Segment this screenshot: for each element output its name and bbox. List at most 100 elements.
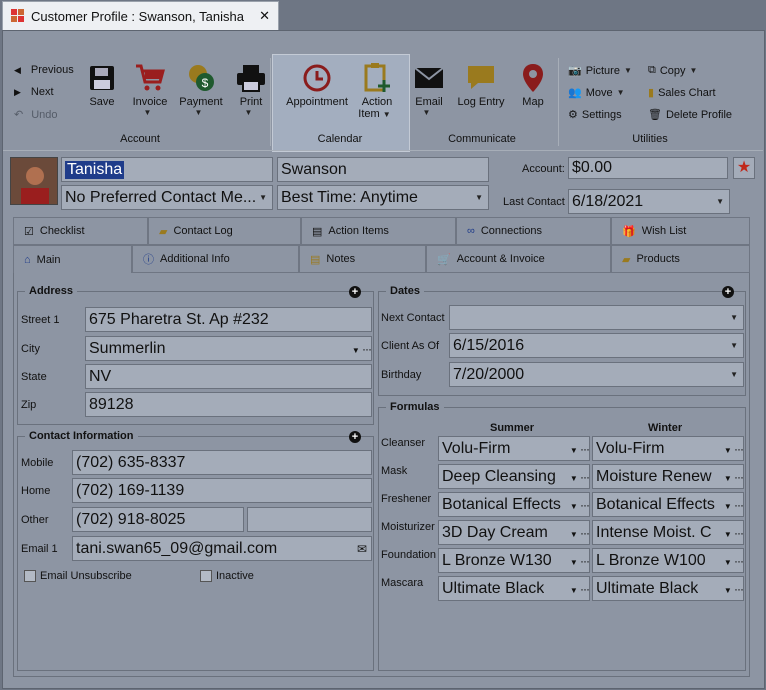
add-date-icon[interactable]: + bbox=[722, 286, 734, 298]
email-button[interactable]: Email ▼ bbox=[412, 60, 446, 117]
last-name-input[interactable]: Swanson bbox=[277, 157, 489, 182]
delete-profile-button[interactable]: 🗑 Delete Profile bbox=[648, 108, 732, 122]
state-input[interactable]: NV bbox=[85, 364, 372, 389]
more-icon[interactable]: ··· bbox=[580, 442, 589, 456]
clipboard-add-icon bbox=[363, 60, 391, 96]
ribbon-bottom-border bbox=[3, 150, 763, 151]
formula-winter-select[interactable]: Botanical Effects ▼ ··· bbox=[592, 492, 744, 517]
users-icon: 👥 bbox=[568, 87, 582, 99]
home-icon: ⌂ bbox=[24, 253, 31, 266]
address-title: Address bbox=[25, 285, 78, 297]
avatar[interactable] bbox=[10, 157, 58, 205]
more-icon[interactable]: ··· bbox=[580, 554, 589, 568]
birthday-date[interactable]: 7/20/2000 ▼ bbox=[449, 362, 744, 387]
calendar-group-label: Calendar bbox=[317, 133, 363, 145]
more-icon[interactable]: ··· bbox=[734, 526, 743, 540]
tab-account-invoice[interactable]: 🛒 Account & Invoice bbox=[426, 245, 611, 273]
more-icon[interactable]: ··· bbox=[580, 498, 589, 512]
previous-button[interactable]: ◀ Previous bbox=[14, 64, 74, 76]
copy-button[interactable]: ⧉ Copy ▼ bbox=[648, 64, 702, 77]
save-button[interactable]: Save bbox=[88, 60, 116, 108]
formula-summer-select[interactable]: Ultimate Black ▼ ··· bbox=[438, 576, 590, 601]
formula-winter-select[interactable]: Volu-Firm ▼ ··· bbox=[592, 436, 744, 461]
formula-winter-select[interactable]: Moisture Renew ▼ ··· bbox=[592, 464, 744, 489]
email-input[interactable]: tani.swan65_09@gmail.com ✉ bbox=[72, 536, 372, 561]
city-select[interactable]: Summerlin ▼ ··· bbox=[85, 336, 372, 361]
more-icon[interactable]: ··· bbox=[580, 526, 589, 540]
last-contact-date[interactable]: 6/18/2021 ▼ bbox=[568, 189, 730, 214]
street-label: Street 1 bbox=[21, 314, 60, 326]
picture-button[interactable]: 📷 Picture ▼ bbox=[568, 64, 637, 78]
tab-connections[interactable]: ∞ Connections bbox=[456, 217, 611, 245]
more-icon[interactable]: ··· bbox=[734, 498, 743, 512]
appointment-button[interactable]: Appointment bbox=[284, 60, 350, 108]
arrow-left-icon: ◀ bbox=[14, 64, 21, 75]
first-name-input[interactable]: Tanisha bbox=[61, 157, 273, 182]
zip-label: Zip bbox=[21, 399, 37, 411]
tab-contact-log[interactable]: ▰ Contact Log bbox=[148, 217, 301, 245]
formula-summer-select[interactable]: 3D Day Cream ▼ ··· bbox=[438, 520, 590, 545]
next-contact-date[interactable]: ▼ bbox=[449, 305, 744, 330]
add-address-icon[interactable]: + bbox=[349, 286, 361, 298]
client-as-of-date[interactable]: 6/15/2016 ▼ bbox=[449, 333, 744, 358]
undo-button[interactable]: ↶ Undo bbox=[14, 108, 58, 122]
tab-action-items[interactable]: ▤ Action Items bbox=[301, 217, 456, 245]
home-input[interactable]: (702) 169-1139 bbox=[72, 478, 372, 503]
add-contact-icon[interactable]: + bbox=[349, 431, 361, 443]
formula-label: Mask bbox=[381, 465, 408, 477]
document-tab[interactable]: Customer Profile : Swanson, Tanisha ✕ bbox=[2, 1, 279, 30]
zip-input[interactable]: 89128 bbox=[85, 392, 372, 417]
formula-summer-select[interactable]: Botanical Effects ▼ ··· bbox=[438, 492, 590, 517]
invoice-button[interactable]: Invoice ▼ bbox=[128, 60, 172, 117]
map-button[interactable]: Map bbox=[518, 60, 548, 108]
notes-icon: ▤ bbox=[310, 253, 321, 266]
tab-products[interactable]: ▰ Products bbox=[611, 245, 750, 273]
action-item-button[interactable]: Action Item ▼ bbox=[358, 60, 396, 120]
formula-winter-select[interactable]: Intense Moist. C ▼ ··· bbox=[592, 520, 744, 545]
tab-main[interactable]: ⌂ Main bbox=[13, 245, 132, 273]
other-ext-input[interactable] bbox=[247, 507, 372, 532]
next-button[interactable]: ▶ Next bbox=[14, 86, 54, 98]
more-icon[interactable]: ··· bbox=[580, 582, 589, 596]
settings-button[interactable]: ⚙ Settings bbox=[568, 108, 622, 122]
contact-title: Contact Information bbox=[25, 430, 138, 442]
move-button[interactable]: 👥 Move ▼ bbox=[568, 86, 630, 100]
other-input[interactable]: (702) 918-8025 bbox=[72, 507, 244, 532]
print-button[interactable]: Print ▼ bbox=[234, 60, 268, 117]
best-time-select[interactable]: Best Time: Anytime ▼ bbox=[277, 185, 489, 210]
more-icon[interactable]: ··· bbox=[580, 470, 589, 484]
formula-summer-select[interactable]: Deep Cleansing ▼ ··· bbox=[438, 464, 590, 489]
account-group-label: Account bbox=[120, 133, 160, 145]
log-entry-button[interactable]: Log Entry bbox=[454, 60, 508, 108]
more-icon[interactable]: ··· bbox=[734, 554, 743, 568]
street-input[interactable]: 675 Pharetra St. Ap #232 bbox=[85, 307, 372, 332]
formula-winter-select[interactable]: L Bronze W100 ▼ ··· bbox=[592, 548, 744, 573]
tab-additional-info[interactable]: ⓘ Additional Info bbox=[132, 245, 299, 273]
preferred-contact-select[interactable]: No Preferred Contact Me... ▼ bbox=[61, 185, 273, 210]
formula-label: Mascara bbox=[381, 577, 424, 589]
formulas-title: Formulas bbox=[386, 401, 444, 413]
envelope-icon[interactable]: ✉ bbox=[357, 542, 371, 556]
close-icon[interactable]: ✕ bbox=[259, 8, 270, 24]
more-icon[interactable]: ··· bbox=[734, 470, 743, 484]
formula-label: Moisturizer bbox=[381, 521, 435, 533]
formula-summer-select[interactable]: Volu-Firm ▼ ··· bbox=[438, 436, 590, 461]
more-icon[interactable]: ··· bbox=[734, 442, 743, 456]
tab-checklist[interactable]: ☑ Checklist bbox=[13, 217, 148, 245]
formula-winter-select[interactable]: Ultimate Black ▼ ··· bbox=[592, 576, 744, 601]
more-icon[interactable]: ··· bbox=[734, 582, 743, 596]
tab-notes[interactable]: ▤ Notes bbox=[299, 245, 426, 273]
favorite-star-icon[interactable]: ★ bbox=[733, 157, 755, 179]
mobile-input[interactable]: (702) 635-8337 bbox=[72, 450, 372, 475]
sales-chart-button[interactable]: ▮ Sales Chart bbox=[648, 86, 716, 100]
formula-summer-select[interactable]: L Bronze W130 ▼ ··· bbox=[438, 548, 590, 573]
payment-button[interactable]: $ Payment ▼ bbox=[178, 60, 224, 117]
email-unsubscribe-label: Email Unsubscribe bbox=[40, 570, 132, 582]
inactive-checkbox[interactable] bbox=[200, 570, 212, 582]
ribbon-separator bbox=[558, 58, 559, 146]
more-icon[interactable]: ··· bbox=[362, 342, 372, 356]
email-unsubscribe-checkbox[interactable] bbox=[24, 570, 36, 582]
communicate-group-label: Communicate bbox=[448, 133, 516, 145]
tab-wish-list[interactable]: 🎁 Wish List bbox=[611, 217, 750, 245]
trash-icon: 🗑 bbox=[648, 109, 662, 121]
